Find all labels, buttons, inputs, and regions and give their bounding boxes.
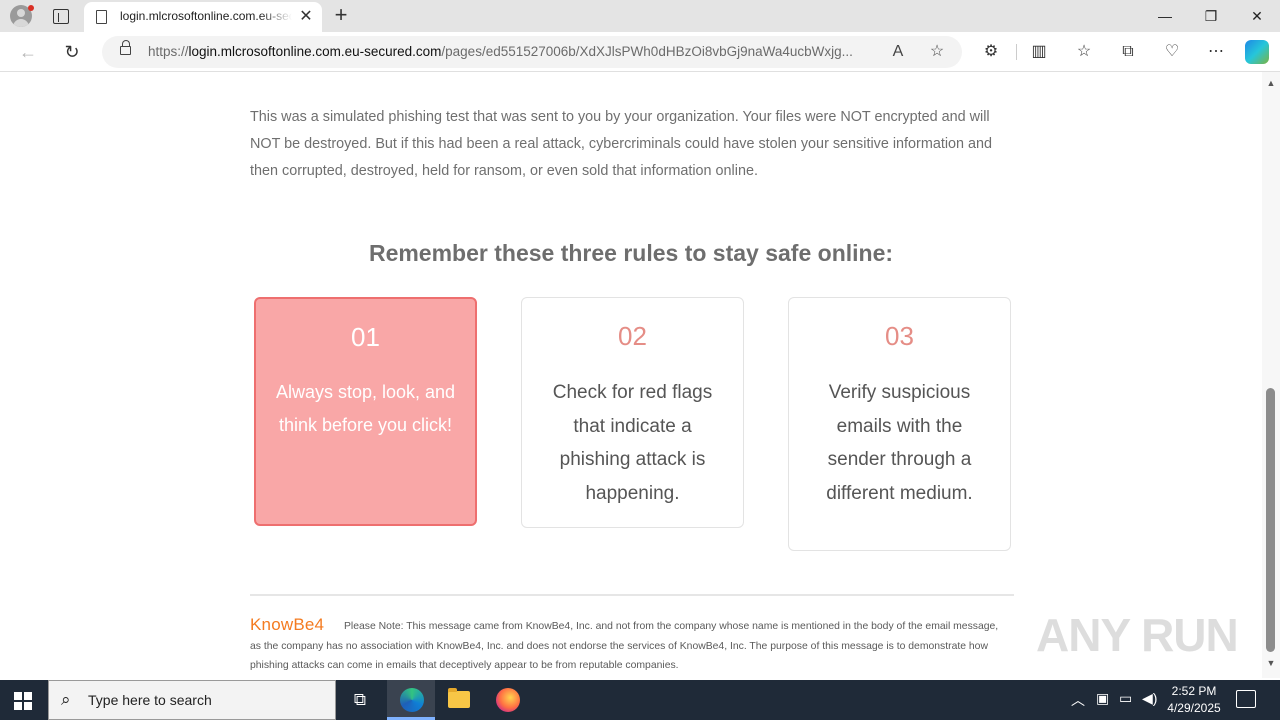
rule-card-2: 02 Check for red flags that indicate a p… [521, 297, 744, 528]
taskbar: ⌕ Type here to search ⧉ ︿ ▣ ▭ ◀) 2:52 PM… [0, 680, 1280, 720]
edge-icon [400, 688, 424, 712]
rule-text: Always stop, look, and think before you … [275, 382, 456, 435]
url-text[interactable]: https://login.mlcrosoftonline.com.eu-sec… [148, 44, 878, 59]
clock-date: 4/29/2025 [1167, 701, 1221, 715]
page-icon [96, 10, 107, 24]
tab-title-fade [260, 6, 292, 28]
rule-card-3: 03 Verify suspicious emails with the sen… [788, 297, 1011, 551]
new-tab-button[interactable]: + [330, 4, 352, 28]
navigation-bar: ← ↻ https://login.mlcrosoftonline.com.eu… [0, 32, 1280, 72]
task-view-icon[interactable]: ⧉ [350, 690, 370, 710]
extensions-icon[interactable]: ⚙ [979, 40, 1003, 64]
tab-close-icon[interactable]: ✕ [298, 8, 314, 26]
tab-strip: login.mlcrosoftonline.com.eu-secured.com… [0, 0, 1280, 32]
edge-taskbar-button[interactable] [387, 680, 435, 720]
rule-number: 01 [351, 322, 380, 352]
rules-heading: Remember these three rules to stay safe … [368, 240, 894, 266]
show-hidden-icons-chevron-icon[interactable]: ︿ [1071, 690, 1085, 710]
rule-number: 02 [618, 321, 647, 351]
rule-card-1: 01 Always stop, look, and think before y… [254, 297, 477, 526]
browser-tab[interactable]: login.mlcrosoftonline.com.eu-secured.com… [84, 2, 322, 32]
scroll-down-arrow-icon[interactable]: ▼ [1266, 658, 1276, 668]
refresh-button[interactable]: ↻ [59, 39, 85, 65]
search-placeholder: Type here to search [88, 692, 212, 708]
firefox-icon [496, 688, 520, 712]
rule-number: 03 [885, 321, 914, 351]
address-bar[interactable]: https://login.mlcrosoftonline.com.eu-sec… [102, 36, 962, 68]
search-icon: ⌕ [61, 690, 71, 709]
back-button[interactable]: ← [15, 39, 41, 65]
read-aloud-icon[interactable]: A [888, 42, 908, 62]
url-scheme: https:// [148, 44, 189, 59]
vertical-scrollbar[interactable]: ▲ ▼ [1262, 72, 1280, 678]
tab-actions-icon[interactable] [50, 6, 70, 26]
volume-icon[interactable]: ◀) [1142, 690, 1157, 707]
more-icon[interactable]: ⋯ [1204, 40, 1228, 64]
device-icon[interactable]: ▣ [1096, 690, 1109, 707]
notification-dot [28, 5, 34, 11]
file-explorer-icon [448, 688, 470, 708]
footer-divider [250, 594, 1014, 596]
rule-text: Check for red flags that indicate a phis… [552, 382, 713, 504]
file-explorer-taskbar-button[interactable] [435, 680, 483, 720]
copilot-icon[interactable] [1245, 40, 1269, 64]
notifications-icon[interactable] [1236, 690, 1256, 708]
taskbar-search[interactable]: ⌕ Type here to search [48, 680, 336, 720]
url-host: login.mlcrosoftonline.com.eu-secured.com [188, 44, 442, 59]
windows-start-icon[interactable] [14, 692, 32, 710]
page-viewport: This was a simulated phishing test that … [4, 72, 1262, 678]
lock-icon[interactable] [120, 40, 131, 55]
clock-time: 2:52 PM [1171, 684, 1217, 698]
anyrun-watermark: ANY RUN [1036, 609, 1239, 661]
collections-icon[interactable]: ⧉ [1116, 40, 1140, 64]
restore-button[interactable]: ❐ [1188, 0, 1234, 32]
favorites-icon[interactable]: ☆ [1072, 40, 1096, 64]
firefox-taskbar-button[interactable] [484, 680, 532, 720]
minimize-button[interactable]: — [1142, 0, 1188, 32]
url-path: /pages/ed551527006b/XdXJlsPWh0dHBzOi8vbG… [441, 44, 853, 59]
rule-text: Verify suspicious emails with the sender… [826, 382, 973, 504]
footer-disclaimer: Please Note: This message came from Know… [250, 621, 999, 671]
favorite-star-icon[interactable]: ☆ [927, 42, 947, 62]
network-icon[interactable]: ▭ [1119, 690, 1132, 707]
scroll-up-arrow-icon[interactable]: ▲ [1266, 78, 1276, 88]
browser-essentials-icon[interactable]: ♡ [1160, 40, 1184, 64]
intro-paragraph: This was a simulated phishing test that … [250, 109, 993, 179]
toolbar-divider [1016, 44, 1017, 60]
scrollbar-thumb[interactable] [1266, 388, 1275, 652]
taskbar-clock[interactable]: 2:52 PM 4/29/2025 [1166, 683, 1222, 717]
close-window-button[interactable]: ✕ [1234, 0, 1280, 32]
split-screen-icon[interactable]: ▥ [1027, 40, 1051, 64]
